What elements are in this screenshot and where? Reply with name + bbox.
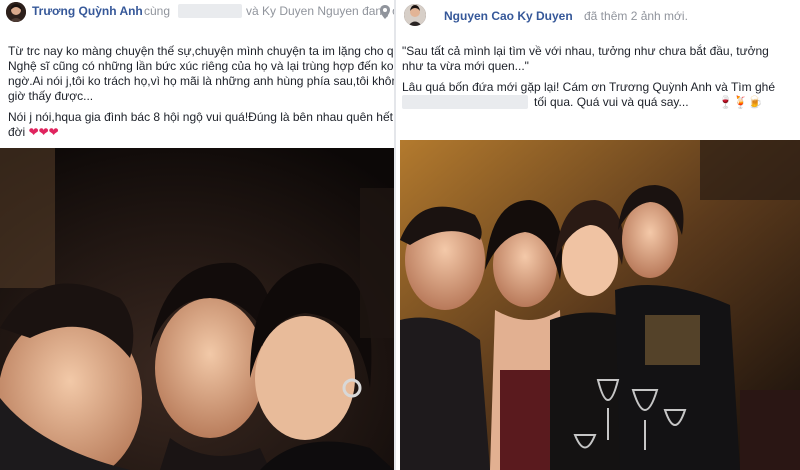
text-line: Nói j nói,hqua gia đình bác 8 hội ngộ vu… — [8, 110, 394, 124]
left-post-text: Từ trc nay ko màng chuyện thế sự,chuyện … — [8, 44, 394, 140]
left-post: Trương Quỳnh Anh cùng và Ky Duyen Nguyen… — [0, 0, 394, 470]
text-line: Lâu quá bốn đứa mới gặp lại! Cám ơn Trươ… — [402, 80, 775, 94]
text-line: ngờ.Ai nói j,tôi ko trách họ,vì họ mãi l… — [8, 74, 394, 88]
text-line: Từ trc nay ko màng chuyện thế sự,chuyện … — [8, 44, 394, 58]
author-name[interactable]: Trương Quỳnh Anh — [32, 4, 143, 18]
author-name[interactable]: Nguyen Cao Ky Duyen — [444, 9, 573, 23]
avatar[interactable] — [6, 2, 26, 22]
text-fragment: đời — [8, 125, 26, 139]
text-line: "Sau tất cả mình lại tìm về với nhau, tư… — [402, 44, 769, 58]
location-pin-icon — [380, 4, 390, 23]
right-post-text: "Sau tất cả mình lại tìm về với nhau, tư… — [402, 44, 775, 110]
text-line: tối qua. Quá vui và quá say... 🍷🍹🍺 — [402, 95, 775, 110]
wine-glass-icon: 🍷🍹🍺 — [718, 95, 763, 109]
post-action: đã thêm 2 ảnh mới. — [584, 9, 688, 23]
right-post-header: Nguyen Cao Ky Duyen đã thêm 2 ảnh mới. — [396, 0, 800, 26]
right-post: Nguyen Cao Ky Duyen đã thêm 2 ảnh mới. "… — [396, 0, 800, 470]
left-post-header: Trương Quỳnh Anh cùng và Ky Duyen Nguyen… — [0, 0, 394, 24]
with-suffix: và Ky Duyen Nguyen đang ở — [246, 4, 394, 18]
text-line: như ta vừa mới quen..." — [402, 59, 529, 73]
text-line: giờ thấy được... — [8, 89, 94, 103]
text-fragment: tối qua. Quá vui và quá say... — [534, 95, 689, 109]
redacted-name — [178, 4, 242, 18]
avatar[interactable] — [404, 4, 426, 26]
text-line: Nghệ sĩ cũng có những lần bức xúc riêng … — [8, 59, 394, 73]
right-post-photo[interactable] — [400, 140, 800, 470]
redacted-name — [402, 95, 528, 109]
heart-icon: ❤❤❤ — [28, 125, 59, 139]
left-post-photo[interactable] — [0, 148, 394, 470]
with-prefix: cùng — [144, 4, 171, 18]
text-line: đời ❤❤❤ — [8, 125, 394, 140]
